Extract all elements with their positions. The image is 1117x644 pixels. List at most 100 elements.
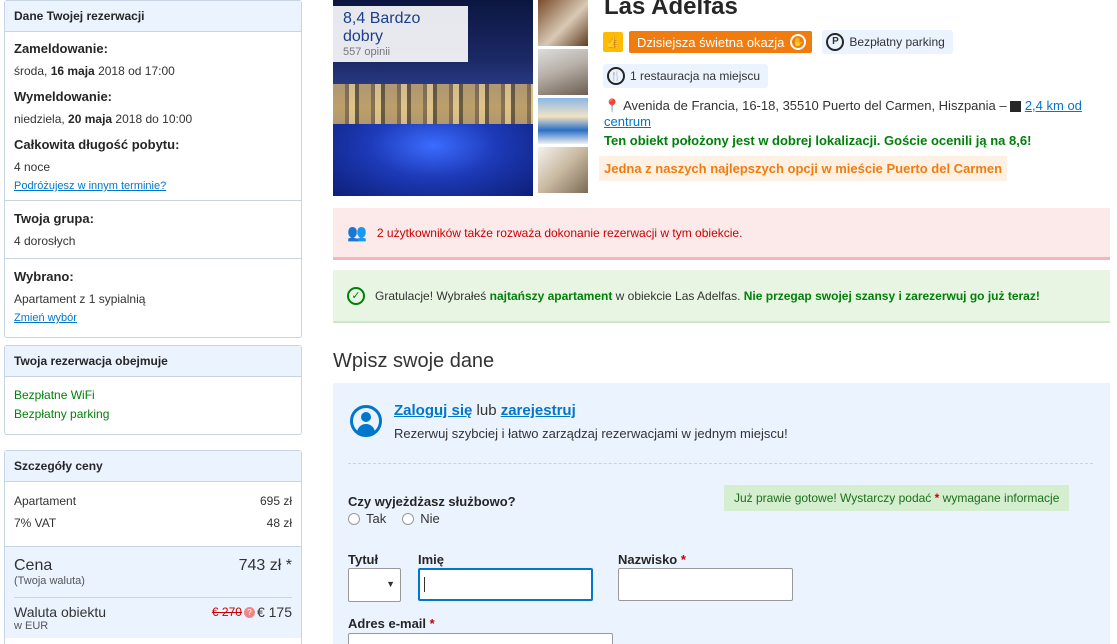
first-name-label: Imię — [418, 552, 445, 567]
users-viewing-alert: 👥 2 użytkowników także rozważa dokonanie… — [333, 208, 1110, 260]
cheapest-alert: ✓ Gratulacje! Wybrałeś najtańszy apartam… — [333, 270, 1110, 323]
include-item-wifi: Bezpłatne WiFi — [14, 388, 95, 402]
login-subtext: Rezerwuj szybciej i łatwo zarządzaj reze… — [394, 426, 788, 441]
price-row-label: 7% VAT — [14, 516, 57, 530]
group-label: Twoja grupa: — [14, 211, 94, 226]
thumbnail[interactable] — [538, 0, 588, 46]
checkin-section: Zameldowanie: środa, 16 maja 2018 od 17:… — [5, 32, 301, 201]
title-select[interactable] — [348, 568, 401, 602]
checkout-date: 20 maja — [68, 112, 113, 126]
almost-a: Już prawie gotowe! Wystarczy podać — [734, 491, 935, 505]
congrats-b: najtańszy apartament — [489, 288, 613, 303]
selected-label: Wybrano: — [14, 269, 74, 284]
checkout-value: niedziela, 20 maja 2018 do 10:00 — [14, 110, 292, 128]
hotel-badges: 👍 Dzisiejsza świetna okazja ✋ P Bezpłatn… — [603, 30, 953, 54]
email-input[interactable] — [348, 633, 613, 644]
title-label: Tytuł — [348, 552, 379, 567]
photo-building — [333, 84, 533, 124]
group-value: 4 dorosłych — [14, 234, 76, 248]
external-icon — [1010, 101, 1022, 113]
include-item-parking: Bezpłatny parking — [14, 407, 110, 421]
radio-yes[interactable]: Tak — [348, 511, 386, 526]
business-trip-label: Czy wyjeżdżasz służbowo? — [348, 494, 516, 509]
email-label: Adres e-mail * — [348, 616, 435, 631]
hotel-address: 📍 Avenida de Francia, 16-18, 35510 Puert… — [604, 98, 1084, 130]
price-header: Szczegóły ceny — [5, 451, 301, 482]
checkin-day: środa, — [14, 64, 51, 78]
radio-no-label: Nie — [420, 511, 440, 526]
stay-length-label: Całkowita długość pobytu: — [14, 137, 180, 152]
users-alert-text: 2 użytkowników także rozważa dokonanie r… — [376, 225, 743, 240]
parking-chip: P Bezpłatny parking — [822, 30, 953, 54]
deal-label: Dzisiejsza świetna okazja — [637, 34, 785, 50]
old-price: € 270 — [211, 605, 242, 619]
radio-dot[interactable] — [348, 512, 360, 525]
checkin-date: 16 maja — [50, 64, 95, 78]
great-deal-badge: Dzisiejsza świetna okazja ✋ — [629, 31, 813, 53]
parking-label: Bezpłatny parking — [849, 35, 945, 49]
hand-icon: ✋ — [790, 34, 807, 50]
score-text: 8,4 Bardzo dobry — [343, 10, 421, 45]
stay-length-value: 4 noce — [14, 160, 51, 174]
info-icon[interactable]: ? — [243, 606, 255, 618]
radio-no[interactable]: Nie — [402, 511, 440, 526]
restaurant-chip: 🍴 1 restauracja na miejscu — [603, 64, 769, 88]
hotel-main-photo[interactable]: 8,4 Bardzo dobry 557 opinii — [333, 0, 533, 196]
thumbs-up-icon: 👍 — [603, 32, 623, 52]
form-title: Wpisz swoje dane — [333, 350, 495, 372]
or-text: lub — [472, 402, 501, 419]
price-row-vat: 7% VAT 48 zł — [14, 512, 292, 534]
required-star: * — [680, 552, 686, 567]
first-name-input[interactable] — [418, 568, 593, 601]
price-row-apartment: Apartament 695 zł — [14, 490, 292, 512]
review-count: 557 opinii — [343, 46, 391, 58]
email-label-text: Adres e-mail — [348, 616, 427, 631]
price-details-panel: Szczegóły ceny Apartament 695 zł 7% VAT 48… — [4, 450, 302, 644]
property-currency-sub: w EUR — [14, 620, 49, 632]
location-note: Ten obiekt położony jest w dobrej lokali… — [604, 133, 1032, 148]
checkout-time: 2018 do 10:00 — [112, 112, 193, 126]
best-option-badge: Jedna z naszych najlepszych opcji w mieś… — [599, 156, 1008, 181]
review-score-badge[interactable]: 8,4 Bardzo dobry 557 opinii — [333, 6, 468, 62]
property-currency-label: Waluta obiektu — [14, 604, 107, 620]
map-pin-icon: 📍 — [604, 98, 621, 113]
photo-pool — [333, 124, 533, 196]
radio-yes-label: Tak — [366, 511, 387, 526]
price-row-value: 695 zł — [259, 494, 292, 508]
includes-header: Twoja rezerwacja obejmuje — [5, 346, 301, 377]
address-text: Avenida de Francia, 16-18, 35510 Puerto … — [623, 98, 1011, 113]
hotel-name: Las Adelfas — [604, 0, 738, 20]
other-dates-link[interactable]: Podróżujesz w innym terminie? — [14, 180, 166, 192]
congrats-d: Nie przegap swojej szansy i zarezerwuj g… — [743, 288, 1040, 303]
checkin-label: Zameldowanie: — [14, 41, 108, 56]
login-prompt: Zaloguj się lub zarejestruj — [394, 402, 576, 419]
people-icon: 👥 — [347, 224, 367, 242]
register-link[interactable]: zarejestruj — [501, 402, 576, 419]
checkin-value: środa, 16 maja 2018 od 17:00 — [14, 62, 292, 80]
photo-thumbnails — [538, 0, 588, 196]
thumbnail[interactable] — [538, 98, 588, 144]
selected-value: Apartament z 1 sypialnią — [14, 292, 146, 306]
congrats-a: Gratulacje! Wybrałeś — [375, 288, 490, 303]
reservation-details-panel: Dane Twojej rezerwacji Zameldowanie: śro… — [4, 0, 302, 338]
login-link[interactable]: Zaloguj się — [394, 402, 472, 419]
congrats-c: w obiekcie Las Adelfas. — [612, 288, 744, 303]
radio-dot[interactable] — [402, 512, 415, 525]
last-name-text: Nazwisko — [618, 552, 678, 567]
restaurant-label: 1 restauracja na miejscu — [630, 69, 761, 83]
price-row-label: Apartament — [14, 494, 77, 508]
thumbnail[interactable] — [538, 147, 588, 193]
total-label: Cena — [14, 557, 53, 574]
panel-header: Dane Twojej rezerwacji — [5, 1, 301, 32]
required-star: * — [429, 616, 435, 631]
group-section: Twoja grupa: 4 dorosłych — [5, 201, 301, 259]
checkout-label: Wymeldowanie: — [14, 89, 113, 104]
change-selection-link[interactable]: Zmień wybór — [14, 312, 77, 324]
checkout-day: niedziela, — [14, 112, 69, 126]
business-trip-radios: Tak Nie — [348, 511, 440, 526]
last-name-input[interactable] — [618, 568, 793, 601]
price-total: Cena (Twoja waluta) 743 zł * Waluta obie… — [5, 546, 301, 638]
parking-icon: P — [826, 33, 845, 51]
total-value: 743 zł * — [238, 557, 292, 574]
thumbnail[interactable] — [538, 49, 588, 95]
